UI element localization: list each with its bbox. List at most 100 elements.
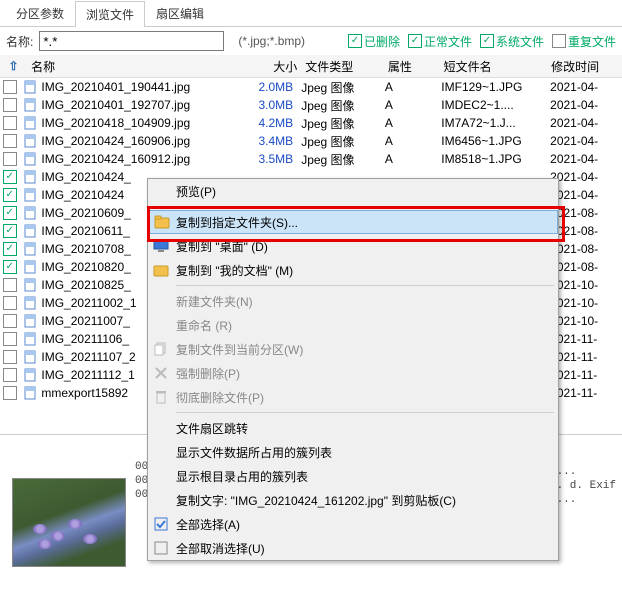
menu-show-clusters[interactable]: 显示文件数据所占用的簇列表 bbox=[148, 440, 558, 464]
col-short[interactable]: 短文件名 bbox=[440, 56, 547, 77]
row-checkbox[interactable]: ✓ bbox=[0, 206, 19, 220]
col-attr[interactable]: 属性 bbox=[384, 56, 440, 77]
file-type: Jpeg 图像 bbox=[297, 149, 381, 170]
menu-force-delete: 强制删除(P) bbox=[148, 361, 558, 385]
documents-icon bbox=[152, 263, 170, 277]
file-icon bbox=[23, 350, 39, 365]
file-attr: A bbox=[381, 96, 437, 114]
file-mtime: 2021-04- bbox=[546, 96, 622, 114]
row-checkbox[interactable] bbox=[0, 314, 19, 328]
file-attr: A bbox=[381, 150, 437, 168]
col-type[interactable]: 文件类型 bbox=[301, 56, 384, 77]
file-icon bbox=[23, 386, 39, 401]
file-name: IMG_20210401_190441.jpg bbox=[41, 80, 190, 94]
table-header: ⇧ 名称 大小 文件类型 属性 短文件名 修改时间 bbox=[0, 55, 622, 78]
row-checkbox[interactable]: ✓ bbox=[0, 224, 19, 238]
context-menu: 预览(P) 复制到指定文件夹(S)... 复制到 "桌面" (D) 复制到 "我… bbox=[147, 178, 559, 561]
row-checkbox[interactable] bbox=[0, 98, 19, 112]
file-size: 3.0MB bbox=[236, 96, 297, 114]
table-row[interactable]: IMG_20210418_104909.jpg4.2MBJpeg 图像AIM7A… bbox=[0, 114, 622, 132]
row-checkbox[interactable]: ✓ bbox=[0, 242, 19, 256]
row-checkbox[interactable] bbox=[0, 386, 19, 400]
file-size: 2.0MB bbox=[236, 78, 297, 96]
chk-normal[interactable]: ✓正常文件 bbox=[408, 33, 472, 50]
name-filter-input[interactable] bbox=[39, 31, 224, 51]
table-row[interactable]: IMG_20210424_160906.jpg3.4MBJpeg 图像AIM64… bbox=[0, 132, 622, 150]
file-name: IMG_20210401_192707.jpg bbox=[41, 98, 190, 112]
file-size: 4.2MB bbox=[236, 114, 297, 132]
menu-select-all[interactable]: 全部选择(A) bbox=[148, 512, 558, 536]
menu-new-folder: 新建文件夹(N) bbox=[148, 289, 558, 313]
copy-icon bbox=[152, 342, 170, 356]
file-mtime: 2021-04- bbox=[546, 132, 622, 150]
row-checkbox[interactable] bbox=[0, 278, 19, 292]
file-name: IMG_20210825_ bbox=[41, 278, 130, 292]
menu-deselect-all[interactable]: 全部取消选择(U) bbox=[148, 536, 558, 560]
file-icon bbox=[23, 170, 39, 185]
row-checkbox[interactable] bbox=[0, 116, 19, 130]
file-size: 3.4MB bbox=[236, 132, 297, 150]
row-checkbox[interactable] bbox=[0, 152, 19, 166]
row-checkbox[interactable] bbox=[0, 350, 19, 364]
menu-copy-docs[interactable]: 复制到 "我的文档" (M) bbox=[148, 258, 558, 282]
col-mtime[interactable]: 修改时间 bbox=[547, 56, 622, 77]
file-mtime: 2021-04- bbox=[546, 114, 622, 132]
tab-sector-edit[interactable]: 扇区编辑 bbox=[145, 0, 215, 26]
table-row[interactable]: IMG_20210424_160912.jpg3.5MBJpeg 图像AIM85… bbox=[0, 150, 622, 168]
file-shortname: IM8518~1.JPG bbox=[437, 150, 546, 168]
folder-icon bbox=[153, 215, 171, 229]
file-name: IMG_20210820_ bbox=[41, 260, 130, 274]
file-attr: A bbox=[381, 114, 437, 132]
image-thumbnail[interactable] bbox=[12, 478, 126, 567]
row-checkbox[interactable]: ✓ bbox=[0, 170, 19, 184]
menu-sector-jump[interactable]: 文件扇区跳转 bbox=[148, 416, 558, 440]
row-checkbox[interactable]: ✓ bbox=[0, 188, 19, 202]
chk-system[interactable]: ✓系统文件 bbox=[480, 33, 544, 50]
menu-permanent-delete: 彻底删除文件(P) bbox=[148, 385, 558, 409]
file-icon bbox=[23, 80, 39, 95]
row-checkbox[interactable] bbox=[0, 368, 19, 382]
menu-preview[interactable]: 预览(P) bbox=[148, 179, 558, 203]
tab-browse-files[interactable]: 浏览文件 bbox=[75, 1, 145, 27]
file-name: IMG_20210611_ bbox=[41, 224, 130, 238]
file-name: IMG_20211007_ bbox=[41, 314, 130, 328]
table-row[interactable]: IMG_20210401_190441.jpg2.0MBJpeg 图像AIMF1… bbox=[0, 78, 622, 96]
up-arrow-icon[interactable]: ⇧ bbox=[9, 59, 19, 73]
row-checkbox[interactable] bbox=[0, 134, 19, 148]
name-label: 名称: bbox=[6, 33, 33, 50]
file-name: IMG_20210424_ bbox=[41, 170, 130, 184]
file-shortname: IMDEC2~1.... bbox=[437, 96, 546, 114]
file-name: IMG_20211107_2 bbox=[41, 350, 135, 364]
tab-partition-params[interactable]: 分区参数 bbox=[5, 0, 75, 26]
menu-copy-text[interactable]: 复制文字: "IMG_20210424_161202.jpg" 到剪贴板(C) bbox=[148, 488, 558, 512]
row-checkbox[interactable] bbox=[0, 332, 19, 346]
file-name: IMG_20210424 bbox=[41, 188, 124, 202]
file-icon bbox=[23, 260, 39, 275]
file-size: 3.5MB bbox=[236, 150, 297, 168]
menu-show-root-clusters[interactable]: 显示根目录占用的簇列表 bbox=[148, 464, 558, 488]
row-checkbox[interactable]: ✓ bbox=[0, 260, 19, 274]
chk-deleted[interactable]: ✓已删除 bbox=[348, 33, 400, 50]
file-icon bbox=[23, 368, 39, 383]
file-shortname: IM6456~1.JPG bbox=[437, 132, 546, 150]
menu-copy-to-folder[interactable]: 复制到指定文件夹(S)... bbox=[148, 210, 558, 234]
extension-hint: (*.jpg;*.bmp) bbox=[238, 34, 305, 48]
check-icon bbox=[152, 517, 170, 531]
row-checkbox[interactable] bbox=[0, 80, 19, 94]
file-attr: A bbox=[381, 132, 437, 150]
file-icon bbox=[23, 152, 39, 167]
row-checkbox[interactable] bbox=[0, 296, 19, 310]
file-mtime: 2021-04- bbox=[546, 150, 622, 168]
file-name: IMG_20210418_104909.jpg bbox=[41, 116, 190, 130]
chk-repeat[interactable]: 重复文件 bbox=[552, 33, 616, 50]
col-size[interactable]: 大小 bbox=[241, 56, 302, 77]
file-name: IMG_20211112_1 bbox=[41, 368, 134, 382]
file-icon bbox=[23, 296, 39, 311]
menu-copy-desktop[interactable]: 复制到 "桌面" (D) bbox=[148, 234, 558, 258]
table-row[interactable]: IMG_20210401_192707.jpg3.0MBJpeg 图像AIMDE… bbox=[0, 96, 622, 114]
file-shortname: IMF129~1.JPG bbox=[437, 78, 546, 96]
col-name[interactable]: 名称 bbox=[27, 56, 241, 77]
delete-icon bbox=[152, 367, 170, 379]
file-name: IMG_20210424_160906.jpg bbox=[41, 134, 190, 148]
file-name: IMG_20210708_ bbox=[41, 242, 130, 256]
